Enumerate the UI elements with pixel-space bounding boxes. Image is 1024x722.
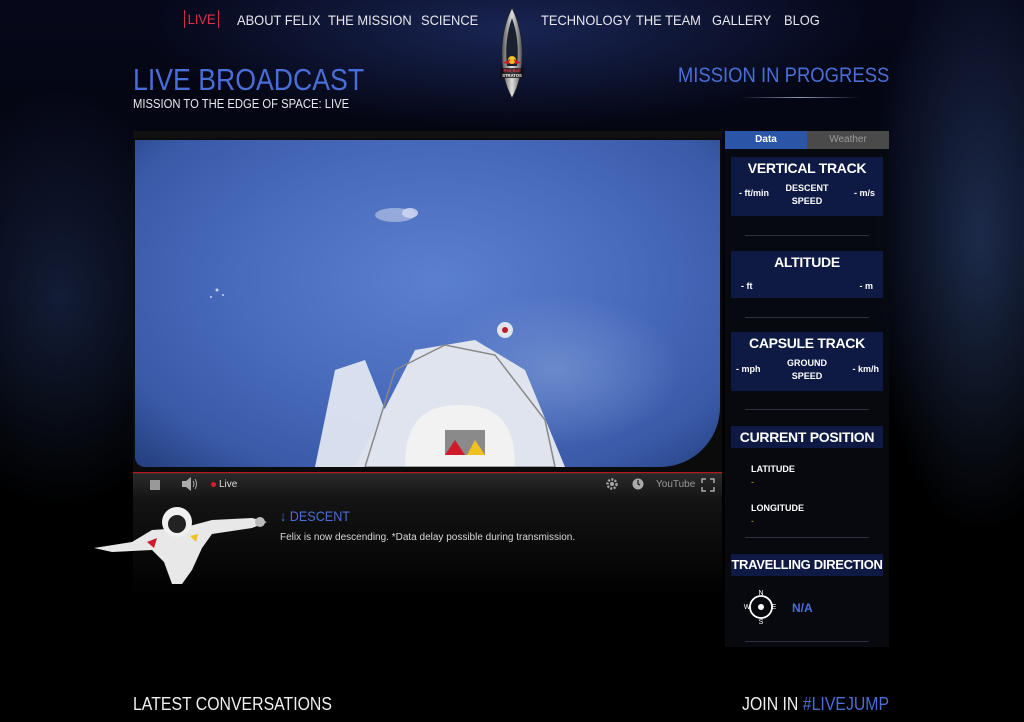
latitude-label: LATITUDE: [751, 464, 795, 474]
travelling-direction-title: TRAVELLING DIRECTION: [731, 554, 883, 576]
descent-speed-label-2: SPEED: [791, 196, 823, 206]
capsule-track-title: CAPSULE TRACK: [731, 332, 883, 354]
divider: [740, 97, 860, 98]
live-dot-icon: [211, 481, 216, 487]
gear-icon: [606, 478, 618, 490]
compass-icon: N E S W: [744, 590, 777, 625]
clock-icon: [632, 478, 644, 490]
compass-e: E: [772, 604, 777, 611]
altitude-body: - ft - m: [731, 273, 883, 298]
mission-status: MISSION IN PROGRESS: [677, 64, 889, 87]
ground-speed-kmh: - km/h: [852, 364, 879, 374]
descent-title: ↓ DESCENT: [280, 508, 350, 524]
nav-live[interactable]: LIVE: [184, 10, 220, 28]
tab-weather[interactable]: Weather: [807, 131, 889, 149]
felix-astronaut-image: [94, 507, 267, 584]
nav-gallery[interactable]: GALLERY: [712, 12, 771, 28]
earth-view-image: [210, 208, 565, 467]
descent-speed-ms: - m/s: [853, 188, 875, 198]
divider: [745, 317, 869, 318]
fullscreen-icon: [701, 478, 715, 492]
page-title: LIVE BROADCAST: [133, 62, 365, 97]
divider: [745, 409, 869, 410]
live-label: Live: [219, 479, 238, 490]
video-frame[interactable]: [135, 140, 720, 467]
nav-blog[interactable]: BLOG: [784, 12, 820, 28]
ground-speed-mph: - mph: [736, 364, 761, 374]
capsule-track-body: - mph GROUND SPEED - km/h: [731, 354, 883, 391]
settings-button[interactable]: [605, 477, 619, 494]
video-controls: Live YouTube: [133, 473, 722, 497]
telemetry-sidebar: Data Weather VERTICAL TRACK - ft/min DES…: [725, 131, 889, 647]
divider: [745, 537, 869, 538]
youtube-logo[interactable]: YouTube: [656, 479, 695, 490]
longitude-label: LONGITUDE: [751, 503, 804, 513]
nav-technology[interactable]: TECHNOLOGY: [541, 12, 631, 28]
altitude-m: - m: [859, 281, 874, 291]
live-indicator: Live: [211, 479, 237, 490]
page-subtitle: MISSION TO THE EDGE OF SPACE: LIVE: [133, 97, 350, 111]
compass-n: N: [758, 590, 763, 597]
descent-speed-ft: - ft/min: [739, 188, 769, 198]
tab-data[interactable]: Data: [725, 131, 807, 149]
red-bull-stratos-logo[interactable]: Red Bull STRATOS: [497, 8, 527, 98]
hashtag-link[interactable]: #LIVEJUMP: [803, 694, 889, 714]
latitude-value: -: [751, 477, 754, 487]
altitude-ft: - ft: [741, 281, 753, 291]
ground-speed-label-2: SPEED: [791, 371, 823, 381]
nav-the-team[interactable]: THE TEAM: [636, 12, 701, 28]
vertical-track-body: - ft/min DESCENT SPEED - m/s: [731, 179, 883, 216]
direction-value: N/A: [792, 601, 813, 615]
sidebar-tabs: Data Weather: [725, 131, 889, 149]
fullscreen-button[interactable]: [701, 478, 715, 495]
current-position-title: CURRENT POSITION: [731, 426, 883, 448]
video-player[interactable]: [133, 131, 722, 475]
volume-button[interactable]: [181, 477, 199, 494]
nav-the-mission[interactable]: THE MISSION: [328, 12, 412, 28]
ground-speed-label-1: GROUND: [787, 358, 827, 368]
clock-button[interactable]: [632, 478, 644, 493]
speaker-icon: [182, 477, 197, 491]
nav-about-felix[interactable]: ABOUT FELIX: [237, 12, 321, 28]
descent-speed-label-1: DESCENT: [785, 183, 829, 193]
altitude-title: ALTITUDE: [731, 251, 883, 273]
stop-button[interactable]: [150, 480, 160, 490]
compass-s: S: [759, 619, 764, 625]
descent-message: Felix is now descending. *Data delay pos…: [280, 532, 576, 543]
join-in-label: JOIN IN: [741, 694, 799, 714]
descent-title-text: DESCENT: [289, 508, 351, 524]
arrow-down-icon: ↓: [280, 508, 290, 524]
nav-science[interactable]: SCIENCE: [421, 12, 478, 28]
logo-product: STRATOS: [502, 73, 522, 78]
divider: [745, 641, 869, 642]
join-in-heading: JOIN IN #LIVEJUMP: [742, 694, 889, 715]
vertical-track-title: VERTICAL TRACK: [731, 157, 883, 179]
compass-w: W: [744, 604, 751, 611]
latest-conversations-heading: LATEST CONVERSATIONS: [133, 694, 332, 714]
longitude-value: -: [751, 516, 754, 526]
divider: [745, 235, 869, 236]
